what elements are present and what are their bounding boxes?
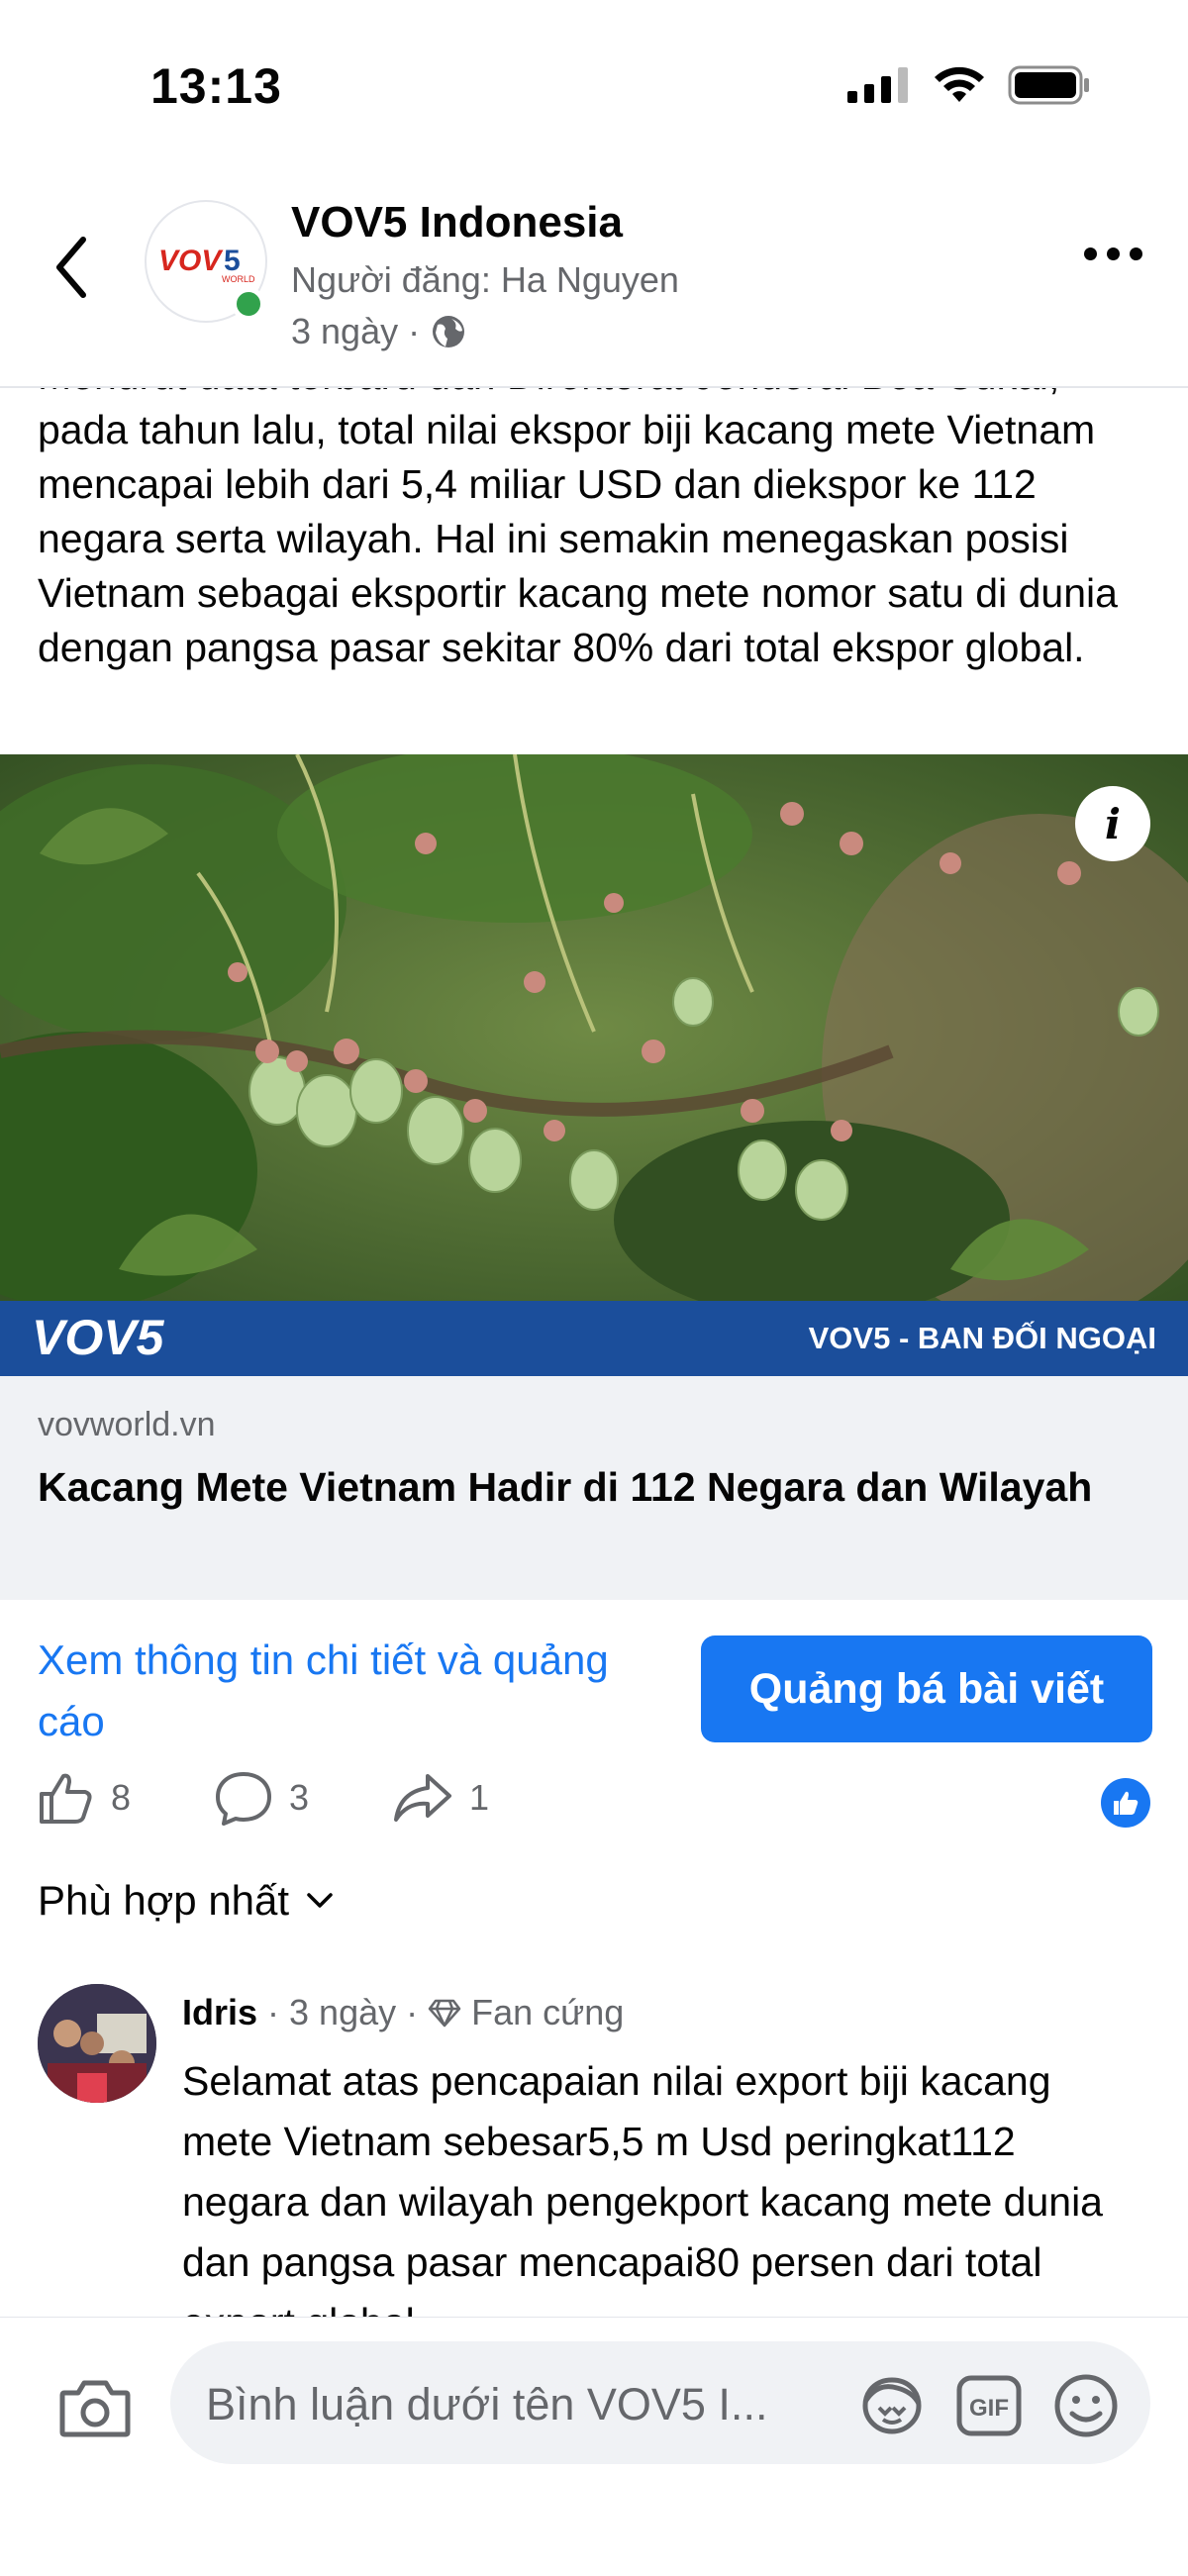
view-details-link[interactable]: Xem thông tin chi tiết và quảng cáo <box>38 1630 651 1752</box>
svg-text:GIF: GIF <box>969 2395 1009 2422</box>
link-image[interactable]: i <box>0 754 1188 1301</box>
comment-meta: Idris · 3 ngày · Fan cứng <box>182 1992 624 2033</box>
posted-by: Người đăng: Ha Nguyen <box>291 259 679 300</box>
emoji-icon <box>1054 2374 1118 2437</box>
comment-action[interactable]: 3 <box>214 1768 309 1828</box>
status-time: 13:13 <box>150 58 282 114</box>
comment-input[interactable]: Bình luận dưới tên VOV5 I... GIF <box>170 2341 1150 2464</box>
page-name[interactable]: VOV5 Indonesia <box>291 198 623 248</box>
post-text: Menurut data terbaru dari Direktorat Jen… <box>38 388 1118 670</box>
post-text-container: Menurut data terbaru dari Direktorat Jen… <box>0 388 1188 754</box>
comment-text: Selamat atas pencapaian nilai export bij… <box>182 2058 1103 2317</box>
boost-post-button[interactable]: Quảng bá bài viết <box>701 1635 1152 1742</box>
image-banner: VOV5 VOV5 - BAN ĐỐI NGOẠI <box>0 1301 1188 1376</box>
camera-button[interactable] <box>55 2369 135 2448</box>
banner-caption: VOV5 - BAN ĐỐI NGOẠI <box>808 1321 1156 1355</box>
link-title: Kacang Mete Vietnam Hadir di 112 Negara … <box>38 1464 1093 1510</box>
more-dot-icon <box>1107 248 1120 260</box>
post-time: 3 ngày · <box>291 311 467 352</box>
link-domain: vovworld.vn <box>38 1406 216 1443</box>
chevron-left-icon <box>56 237 86 298</box>
composer-icons: GIF <box>857 2371 1121 2440</box>
diamond-badge-icon <box>428 1999 461 2028</box>
svg-text:WORLD: WORLD <box>222 274 255 284</box>
comment-bubble-icon <box>216 1772 271 1826</box>
status-bar: 13:13 <box>0 0 1188 168</box>
more-options-button[interactable] <box>1084 248 1142 260</box>
share-arrow-icon <box>394 1774 451 1822</box>
comment-item: Idris · 3 ngày · Fan cứng Selamat atas p… <box>0 1980 1188 2317</box>
page-avatar[interactable]: VOV 5 WORLD <box>145 200 267 323</box>
camera-icon <box>59 2380 131 2437</box>
thumbs-up-icon <box>40 1773 92 1824</box>
like-reaction-badge[interactable] <box>1101 1778 1150 1828</box>
comment-sort-dropdown[interactable]: Phù hợp nhất <box>38 1877 335 1925</box>
share-count: 1 <box>469 1777 490 1818</box>
cashew-tree-photo <box>0 754 1188 1301</box>
info-icon: i <box>1105 799 1121 848</box>
like-action[interactable]: 8 <box>36 1768 131 1828</box>
comment-meta-separator: · <box>406 1992 419 2032</box>
globe-icon <box>433 316 465 347</box>
emoji-button[interactable] <box>1051 2371 1121 2440</box>
fan-badge-label: Fan cứng <box>471 1992 625 2032</box>
post-time-separator: · <box>408 311 421 351</box>
more-dot-icon <box>1084 248 1097 260</box>
comment-composer: Bình luận dưới tên VOV5 I... GIF <box>0 2317 1188 2576</box>
gif-icon: GIF <box>956 2375 1022 2436</box>
status-icons <box>847 65 1091 105</box>
commenter-avatar[interactable] <box>38 1984 156 2103</box>
wifi-icon <box>935 66 984 102</box>
share-action[interactable]: 1 <box>392 1768 489 1828</box>
svg-text:5: 5 <box>224 245 241 277</box>
chevron-down-icon <box>307 1893 333 1908</box>
sort-label: Phù hợp nhất <box>38 1877 290 1924</box>
link-preview[interactable]: vovworld.vn Kacang Mete Vietnam Hadir di… <box>0 1376 1188 1600</box>
vov5-banner-logo: VOV5 <box>32 1310 165 1365</box>
like-count: 8 <box>111 1777 132 1818</box>
battery-icon <box>1008 65 1089 105</box>
avatar-sticker-icon <box>862 2377 922 2434</box>
more-dot-icon <box>1130 248 1142 260</box>
cellular-signal-icon <box>847 67 908 103</box>
avatar-sticker-button[interactable] <box>857 2371 927 2440</box>
back-button[interactable] <box>48 228 97 307</box>
comment-meta-separator: · <box>267 1992 280 2032</box>
online-status-dot <box>232 287 265 321</box>
comment-time: 3 ngày <box>289 1992 397 2032</box>
comment-count: 3 <box>289 1777 310 1818</box>
cta-row: Xem thông tin chi tiết và quảng cáo Quản… <box>0 1600 1188 1758</box>
gif-button[interactable]: GIF <box>954 2371 1024 2440</box>
comment-author[interactable]: Idris <box>182 1992 257 2033</box>
post-header: VOV 5 WORLD VOV5 Indonesia Người đăng: H… <box>0 168 1188 388</box>
svg-text:VOV: VOV <box>158 245 224 277</box>
svg-text:VOV5: VOV5 <box>32 1310 165 1365</box>
thumbs-up-filled-icon <box>1114 1791 1138 1815</box>
post-time-label: 3 ngày <box>291 311 399 351</box>
info-button[interactable]: i <box>1075 786 1150 861</box>
reactions-row: 8 3 1 <box>0 1758 1188 1847</box>
